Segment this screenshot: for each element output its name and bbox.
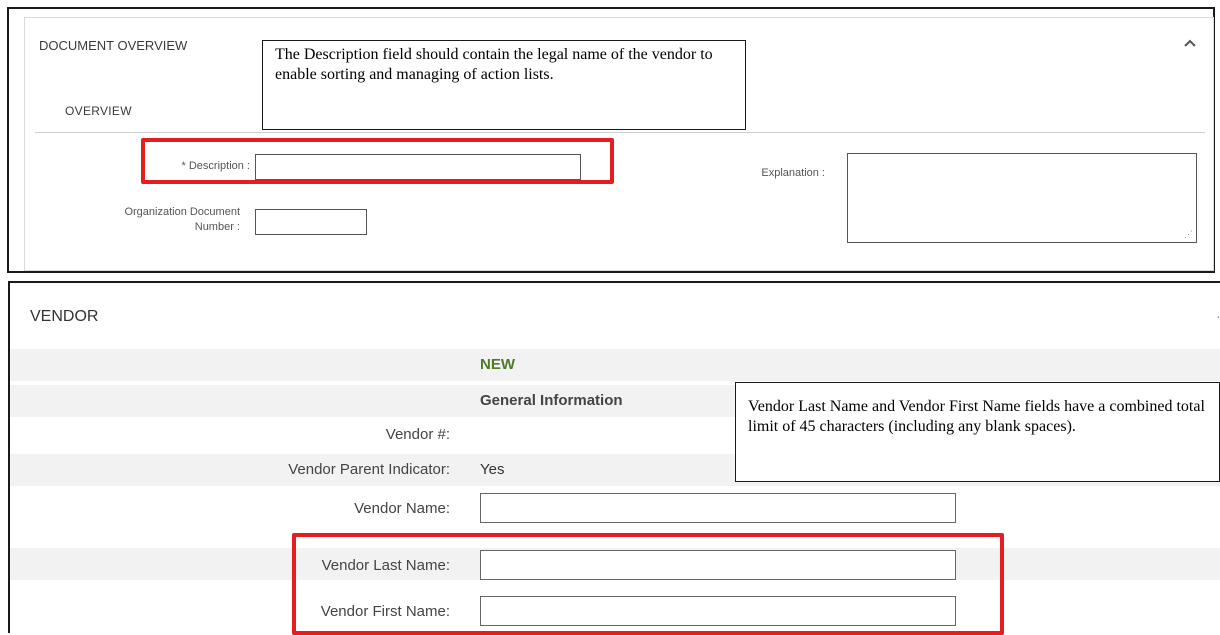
description-highlight-box [141, 138, 614, 184]
collapse-icon[interactable]: · [1216, 308, 1220, 324]
org-doc-number-label: Organization Document Number : [124, 206, 240, 233]
document-overview-title: DOCUMENT OVERVIEW [39, 38, 188, 53]
vendor-header-row: NEW [10, 349, 1220, 381]
org-doc-number-input[interactable] [255, 209, 367, 235]
vendor-number-label: Vendor #: [385, 426, 450, 443]
explanation-textarea[interactable]: ⋰ [847, 153, 1197, 243]
general-information-header: General Information [480, 392, 623, 409]
vendor-name-input[interactable] [480, 493, 956, 523]
vendor-name-label: Vendor Name: [354, 500, 450, 517]
new-column-header: NEW [480, 356, 515, 373]
resize-grip-icon[interactable]: ⋰ [1184, 229, 1193, 240]
vendor-section-title: VENDOR [30, 308, 99, 325]
description-callout: The Description field should contain the… [262, 40, 746, 130]
name-fields-highlight-box [292, 533, 1004, 635]
vendor-name-callout: Vendor Last Name and Vendor First Name f… [735, 382, 1220, 482]
tab-divider [35, 132, 1205, 133]
vendor-name-row: Vendor Name: [10, 491, 1220, 523]
explanation-label: Explanation : [761, 167, 825, 179]
parent-indicator-label: Vendor Parent Indicator: [288, 461, 450, 478]
parent-indicator-value: Yes [480, 461, 505, 478]
tab-overview[interactable]: OVERVIEW [65, 104, 132, 118]
chevron-up-icon[interactable] [1183, 32, 1197, 53]
